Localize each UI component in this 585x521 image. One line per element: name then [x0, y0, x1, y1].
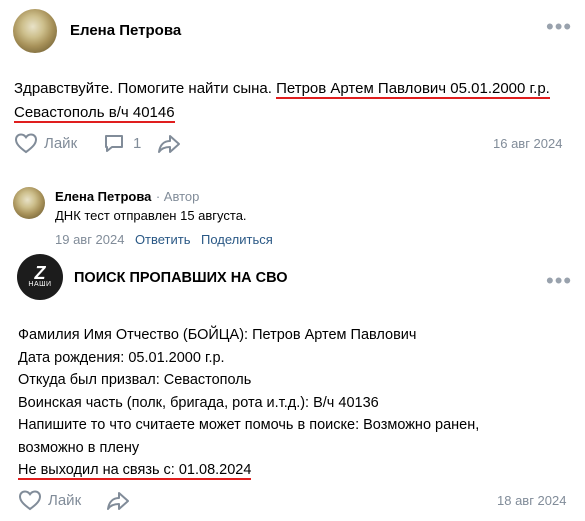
- group-post-line-help: Напишите то что считаете может помочь в …: [18, 417, 480, 433]
- post-comments-button[interactable]: 1: [103, 132, 141, 154]
- group-avatar-subtext: НАШИ: [28, 281, 52, 288]
- group-post-share-button[interactable]: [106, 490, 130, 512]
- post-share-button[interactable]: [157, 133, 181, 155]
- comment-header: Елена Петрова · Автор: [55, 188, 199, 206]
- group-avatar[interactable]: Z НАШИ: [17, 254, 63, 300]
- group-post-like-label: Лайк: [48, 491, 82, 509]
- post-text-plain: Здравствуйте. Помогите найти сына.: [14, 80, 272, 97]
- group-post-like-button[interactable]: Лайк: [18, 489, 81, 511]
- post-comments-count: 1: [133, 134, 142, 152]
- heart-icon: [18, 490, 42, 511]
- post-text: Здравствуйте. Помогите найти сына. Петро…: [14, 77, 579, 101]
- group-post-line-fio: Фамилия Имя Отчество (БОЙЦА): Петров Арт…: [18, 327, 417, 343]
- group-post-line-origin: Откуда был призвал: Севастополь: [18, 372, 252, 388]
- share-icon: [158, 135, 180, 153]
- group-post-line-lastcontact: Не выходил на связь с: 01.08.2024: [18, 462, 252, 480]
- group-post-body: Фамилия Имя Отчество (БОЙЦА): Петров Арт…: [18, 324, 578, 482]
- heart-icon: [14, 133, 38, 154]
- group-post-line-unit: Воинская часть (полк, бригада, рота и.т.…: [18, 394, 379, 411]
- comment-author-name[interactable]: Елена Петрова: [55, 189, 151, 204]
- comment-icon: [105, 135, 123, 152]
- post-more-icon[interactable]: •••: [546, 16, 572, 38]
- post-text-highlight-1: Петров Артем Павлович 05.01.2000 г.р.: [276, 80, 550, 99]
- post-text-line2: Севастополь в/ч 40146: [14, 101, 175, 125]
- group-post-more-icon[interactable]: •••: [546, 270, 572, 292]
- group-post-date[interactable]: 18 авг 2024: [497, 493, 566, 508]
- comment-text: ДНК тест отправлен 15 августа.: [55, 208, 247, 223]
- comment-footer: 19 авг 2024 Ответить Поделиться: [55, 231, 273, 249]
- comment-author-avatar[interactable]: [13, 187, 45, 219]
- group-post-line-birth: Дата рождения: 05.01.2000 г.р.: [18, 349, 225, 366]
- post-author-name[interactable]: Елена Петрова: [70, 22, 181, 39]
- group-avatar-logo: Z: [34, 263, 46, 283]
- comment-share-link[interactable]: Поделиться: [201, 232, 273, 247]
- post-author-avatar[interactable]: [13, 9, 57, 53]
- share-icon: [107, 492, 129, 510]
- comment-author-tag: · Автор: [155, 189, 200, 204]
- post-like-label: Лайк: [44, 134, 78, 152]
- group-post-line-help-cont: возможно в плену: [18, 439, 140, 456]
- group-name[interactable]: ПОИСК ПРОПАВШИХ НА СВО: [74, 270, 288, 286]
- post-date[interactable]: 16 авг 2024: [493, 136, 562, 151]
- comment-date[interactable]: 19 авг 2024: [55, 232, 124, 247]
- comment-reply-link[interactable]: Ответить: [135, 232, 191, 247]
- post-text-highlight-2: Севастополь в/ч 40146: [14, 104, 175, 123]
- post-like-button[interactable]: Лайк: [14, 132, 77, 154]
